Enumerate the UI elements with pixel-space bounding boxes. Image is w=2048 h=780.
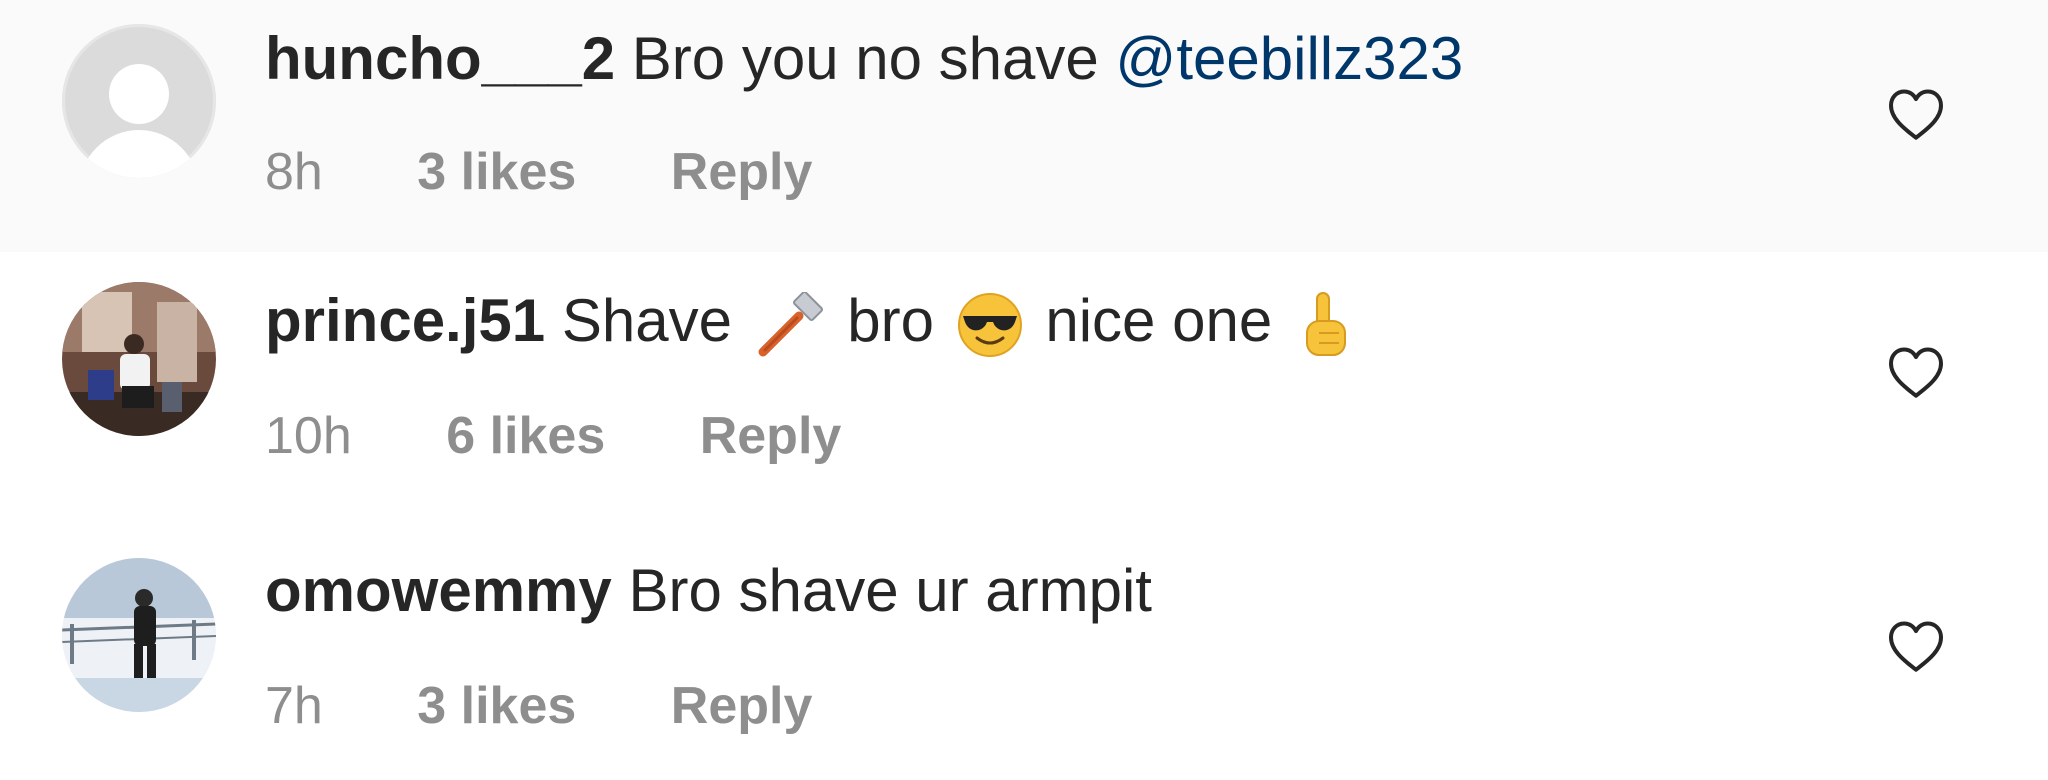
reply-button[interactable]: Reply bbox=[700, 406, 842, 466]
default-avatar-icon[interactable] bbox=[62, 24, 216, 178]
comment-text: Bro shave ur armpit bbox=[628, 557, 1152, 624]
comment-time: 10h bbox=[265, 407, 352, 465]
comment-meta: 10h 6 likes Reply bbox=[265, 406, 921, 466]
heart-outline-icon[interactable] bbox=[1886, 86, 1946, 142]
comment-time: 7h bbox=[265, 677, 323, 735]
comment-text-line: omowemmy Bro shave ur armpit bbox=[265, 556, 1152, 626]
razor-emoji bbox=[755, 292, 825, 358]
comment-text: Bro you no shave bbox=[631, 25, 1099, 92]
photo-avatar[interactable] bbox=[62, 558, 216, 712]
comment-text: nice one bbox=[1045, 287, 1273, 354]
comment-likes[interactable]: 6 likes bbox=[446, 406, 605, 466]
comment-text: Shave bbox=[561, 287, 732, 354]
comment-text-line: prince.j51 Shave bro nice one bbox=[265, 286, 1361, 361]
comment-likes[interactable]: 3 likes bbox=[417, 676, 576, 736]
comment-row: prince.j51 Shave bro nice one 10h 6 like… bbox=[0, 252, 2048, 524]
heart-outline-icon[interactable] bbox=[1886, 618, 1946, 674]
comment-username[interactable]: huncho___2 bbox=[265, 25, 615, 92]
reply-button[interactable]: Reply bbox=[671, 676, 813, 736]
mention-link[interactable]: @teebillz323 bbox=[1115, 25, 1463, 92]
photo-avatar[interactable] bbox=[62, 282, 216, 436]
comment-username[interactable]: omowemmy bbox=[265, 557, 612, 624]
reply-button[interactable]: Reply bbox=[671, 142, 813, 202]
comment-likes[interactable]: 3 likes bbox=[417, 142, 576, 202]
pointing-up-hand-emoji bbox=[1295, 289, 1355, 361]
comment-row: huncho___2 Bro you no shave @teebillz323… bbox=[0, 0, 2048, 252]
comment-meta: 8h 3 likes Reply bbox=[265, 142, 892, 202]
comment-username[interactable]: prince.j51 bbox=[265, 287, 545, 354]
comment-meta: 7h 3 likes Reply bbox=[265, 676, 892, 736]
comment-text-line: huncho___2 Bro you no shave @teebillz323 bbox=[265, 24, 1463, 94]
sunglasses-face-emoji bbox=[957, 292, 1023, 358]
comment-time: 8h bbox=[265, 143, 323, 201]
comment-text: bro bbox=[847, 287, 935, 354]
comment-row: omowemmy Bro shave ur armpit 7h 3 likes … bbox=[0, 524, 2048, 780]
heart-outline-icon[interactable] bbox=[1886, 344, 1946, 400]
